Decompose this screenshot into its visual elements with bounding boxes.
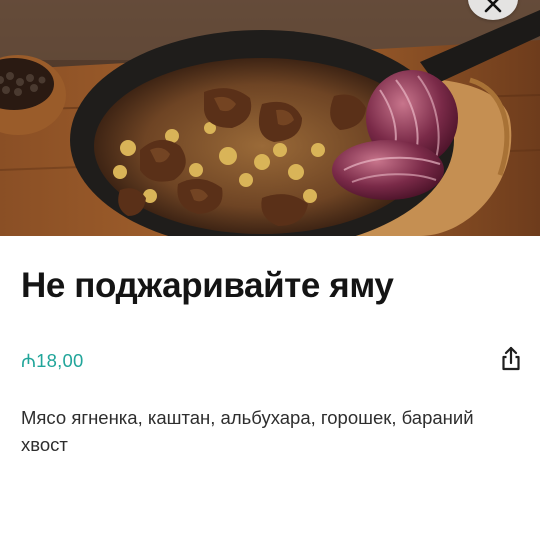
dish-price: ₼18,00: [21, 350, 84, 371]
share-icon: [502, 346, 520, 371]
close-icon: [484, 0, 502, 13]
share-button[interactable]: [496, 344, 526, 374]
dish-photo: [0, 0, 540, 236]
dish-description: Мясо ягненка, каштан, альбухара, горошек…: [21, 407, 474, 455]
dish-title: Не поджаривайте яму: [21, 266, 394, 305]
